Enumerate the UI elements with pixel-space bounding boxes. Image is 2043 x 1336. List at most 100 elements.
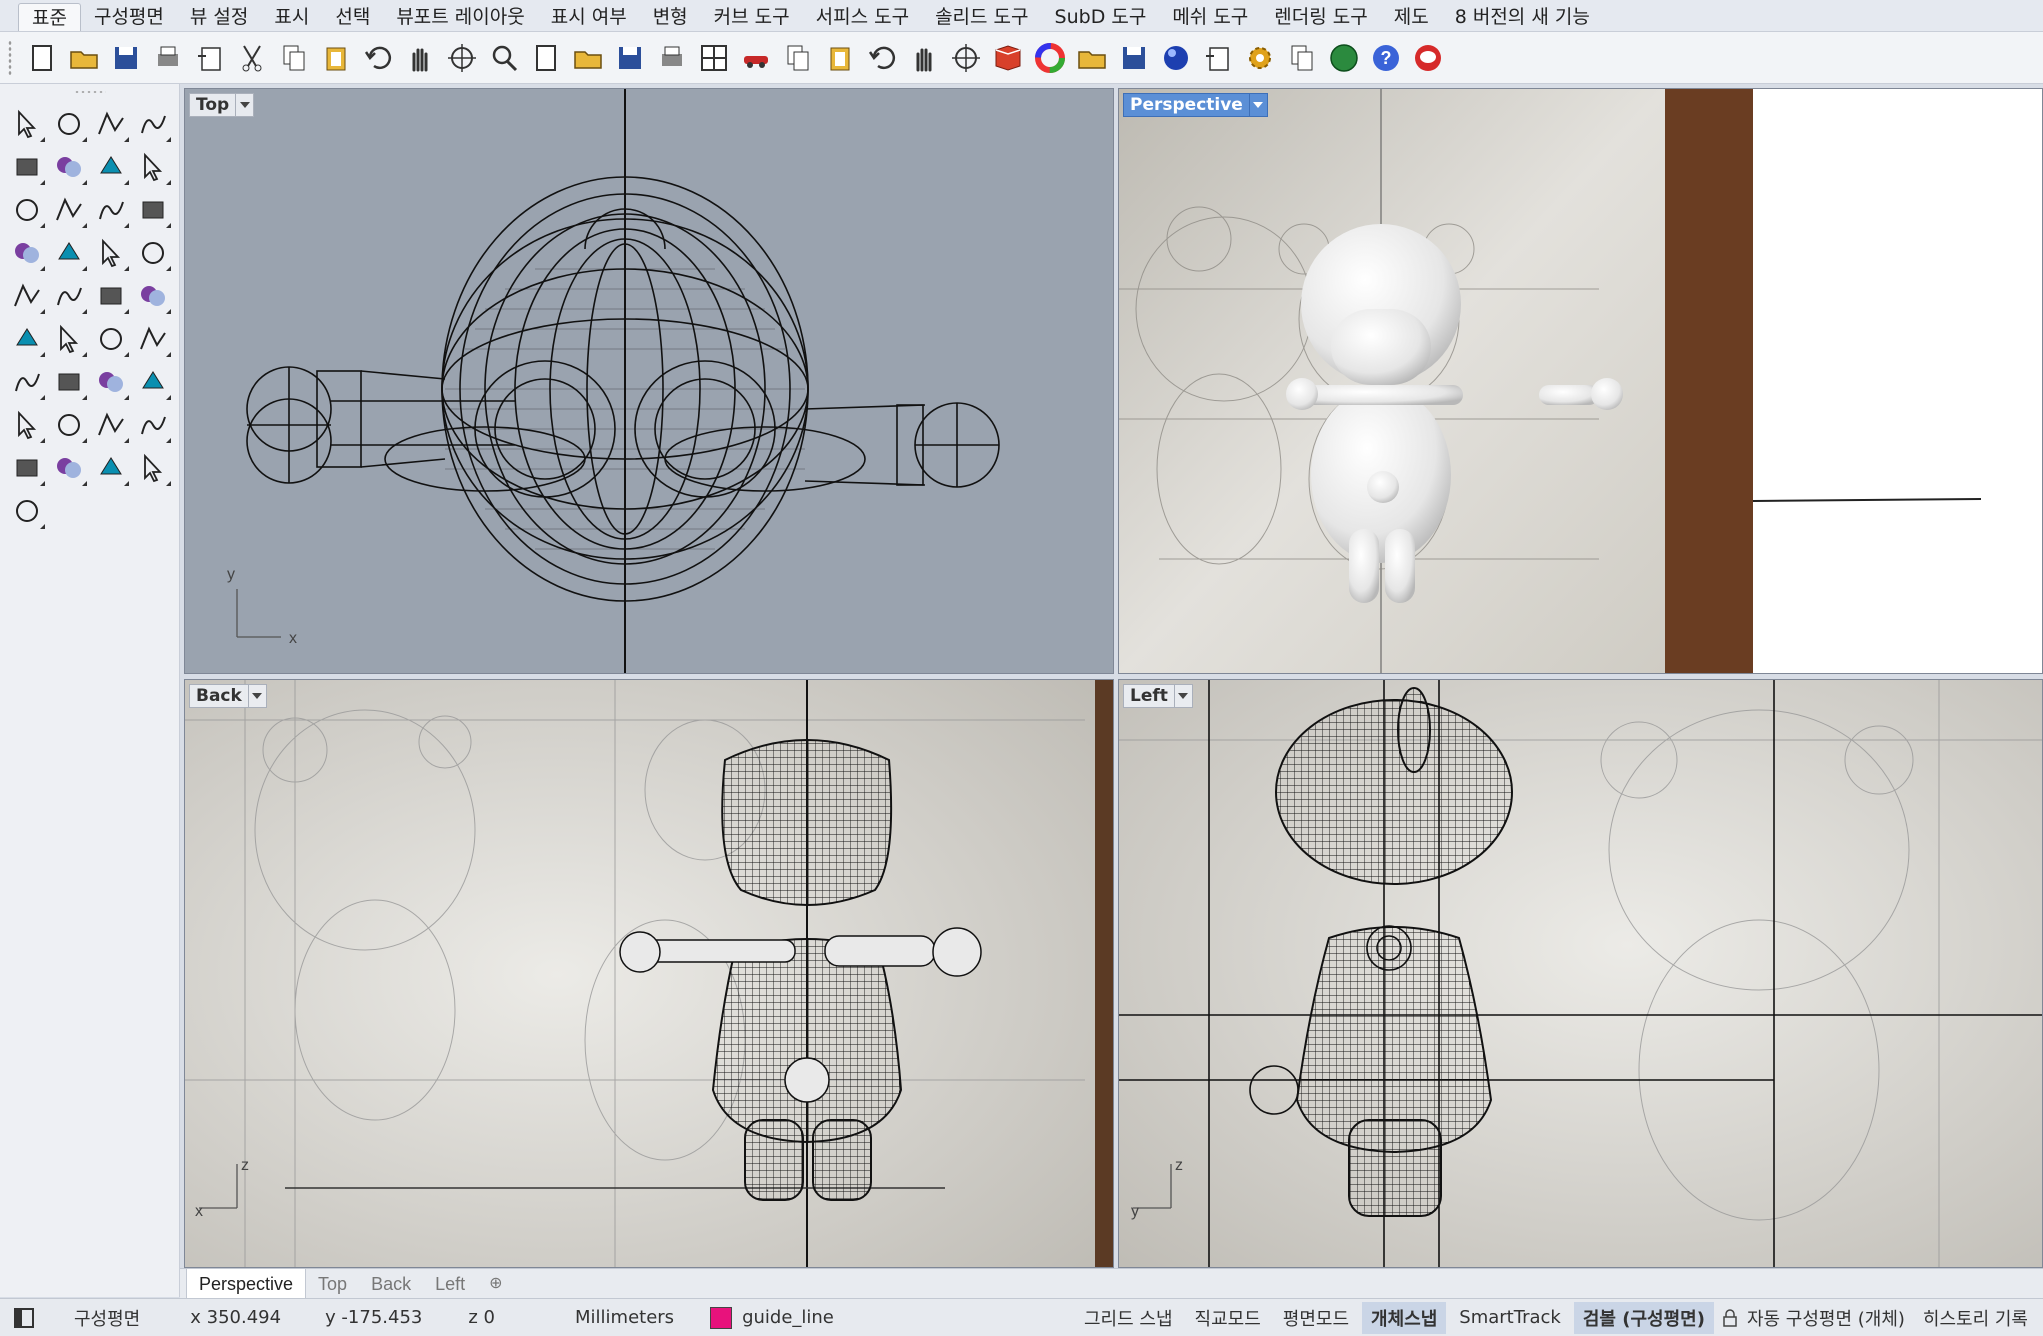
viewport-tab-left[interactable]: Left xyxy=(423,1269,477,1298)
gear-icon[interactable] xyxy=(1240,38,1279,78)
offset-icon[interactable] xyxy=(132,274,174,317)
globe-icon[interactable] xyxy=(1324,38,1363,78)
box-icon[interactable] xyxy=(6,231,48,274)
light-bulb-icon[interactable] xyxy=(904,38,943,78)
point-icon[interactable] xyxy=(48,102,90,145)
status-toggle[interactable]: SmartTrack xyxy=(1450,1304,1570,1331)
curve-icon[interactable] xyxy=(132,102,174,145)
polygon-icon[interactable] xyxy=(6,188,48,231)
ribbon-tab[interactable]: 변형 xyxy=(640,3,701,31)
gumball-icon[interactable] xyxy=(132,403,174,446)
undo-view-icon[interactable] xyxy=(652,38,691,78)
surface-icon[interactable] xyxy=(90,188,132,231)
status-toggle[interactable]: 개체스냅 xyxy=(1362,1301,1447,1334)
ribbon-tab[interactable]: 제도 xyxy=(1381,3,1442,31)
zoom-icon[interactable] xyxy=(484,38,523,78)
layer-color-swatch[interactable] xyxy=(710,1306,733,1329)
grid-plane-icon[interactable] xyxy=(778,38,817,78)
text-icon[interactable] xyxy=(6,360,48,403)
ribbon-tab[interactable]: 커브 도구 xyxy=(701,3,803,31)
viewport-menu-arrow-icon[interactable] xyxy=(1173,685,1192,707)
ribbon-tab[interactable]: 8 버전의 새 기능 xyxy=(1442,3,1603,31)
status-toggle[interactable]: 검볼 (구성평면) xyxy=(1573,1301,1714,1334)
viewport-menu-arrow-icon[interactable] xyxy=(235,94,253,116)
viewport-tab-back[interactable]: Back xyxy=(359,1269,423,1298)
toolbar-grip[interactable] xyxy=(8,40,12,76)
viewport-menu-arrow-icon[interactable] xyxy=(247,685,266,707)
open-folder-icon[interactable] xyxy=(64,38,103,78)
viewport-perspective-label[interactable]: Perspective xyxy=(1123,93,1268,117)
viewport-back[interactable]: Back z x xyxy=(184,679,1114,1268)
layer-book-icon[interactable] xyxy=(988,38,1027,78)
grid-array-icon[interactable] xyxy=(90,403,132,446)
explode-icon[interactable] xyxy=(6,274,48,317)
cplane-icon[interactable] xyxy=(6,403,48,446)
ribbon-tab[interactable]: 구성평면 xyxy=(81,3,177,31)
save-icon[interactable] xyxy=(106,38,145,78)
ribbon-tab[interactable]: 렌더링 도구 xyxy=(1261,3,1380,31)
viewport-tab-top[interactable]: Top xyxy=(306,1269,359,1298)
ribbon-tab[interactable]: 표시 여부 xyxy=(538,3,640,31)
mesh-surface-icon[interactable] xyxy=(132,231,174,274)
viewport-back-label[interactable]: Back xyxy=(189,684,267,708)
status-toggle[interactable]: 그리드 스냅 xyxy=(1075,1302,1182,1334)
sphere-icon[interactable] xyxy=(48,231,90,274)
viewport-top-label[interactable]: Top xyxy=(189,93,255,117)
current-layer[interactable]: guide_line xyxy=(742,1307,834,1328)
dimension-icon[interactable] xyxy=(132,360,174,403)
rendered-sphere-icon[interactable] xyxy=(1156,38,1195,78)
shapes-icon[interactable] xyxy=(862,38,901,78)
new-file-icon[interactable] xyxy=(22,38,61,78)
select-arrow-icon[interactable] xyxy=(6,102,48,145)
four-viewports-icon[interactable] xyxy=(694,38,733,78)
help-icon[interactable]: ? xyxy=(1366,38,1405,78)
chat-icon[interactable] xyxy=(1408,38,1447,78)
viewport-tab-perspective[interactable]: Perspective xyxy=(186,1269,307,1298)
cut-icon[interactable] xyxy=(232,38,271,78)
array-icon[interactable] xyxy=(90,360,132,403)
undo-icon[interactable] xyxy=(358,38,397,78)
arc-icon[interactable] xyxy=(90,145,132,188)
palette-grip[interactable] xyxy=(74,90,106,94)
extrude-icon[interactable] xyxy=(90,231,132,274)
move-icon[interactable] xyxy=(48,360,90,403)
viewport-left[interactable]: Left z y xyxy=(1118,679,2043,1268)
rotate-view-icon[interactable] xyxy=(442,38,481,78)
lock-icon[interactable] xyxy=(946,38,985,78)
ribbon-tab[interactable]: 서피스 도구 xyxy=(803,3,922,31)
paste-icon[interactable] xyxy=(316,38,355,78)
unroll-icon[interactable] xyxy=(6,446,48,489)
pan-hand-icon[interactable] xyxy=(400,38,439,78)
pen-highlighter-icon[interactable] xyxy=(1198,38,1237,78)
boolean-icon[interactable] xyxy=(6,317,48,360)
ribbon-tab[interactable]: 메쉬 도구 xyxy=(1159,3,1261,31)
zoom-selected-icon[interactable] xyxy=(610,38,649,78)
loft-icon[interactable] xyxy=(132,188,174,231)
split-icon[interactable] xyxy=(48,274,90,317)
ribbon-tab[interactable]: SubD 도구 xyxy=(1042,3,1160,31)
ribbon-tab[interactable]: 뷰 설정 xyxy=(177,3,261,31)
print-icon[interactable] xyxy=(148,38,187,78)
import-icon[interactable] xyxy=(190,38,229,78)
copy-icon[interactable] xyxy=(274,38,313,78)
circle-target-icon[interactable] xyxy=(820,38,859,78)
rotate-icon[interactable] xyxy=(90,317,132,360)
wireframe-sphere-icon[interactable] xyxy=(1072,38,1111,78)
ellipse-icon[interactable] xyxy=(48,145,90,188)
check-icon[interactable] xyxy=(90,446,132,489)
zoom-window-icon[interactable] xyxy=(526,38,565,78)
circle-icon[interactable] xyxy=(6,145,48,188)
ribbon-tab[interactable]: 솔리드 도구 xyxy=(922,3,1041,31)
status-toggle[interactable]: 평면모드 xyxy=(1274,1302,1358,1334)
status-toggle[interactable]: 직교모드 xyxy=(1186,1302,1270,1334)
auto-cplane-button[interactable]: 자동 구성평면 (개체) xyxy=(1738,1302,1914,1334)
contour-icon[interactable] xyxy=(48,403,90,446)
ghosted-sphere-icon[interactable] xyxy=(1114,38,1153,78)
analysis-icon[interactable] xyxy=(132,446,174,489)
zoom-extents-icon[interactable] xyxy=(568,38,607,78)
color-wheel-icon[interactable] xyxy=(1030,38,1069,78)
ribbon-tab[interactable]: 선택 xyxy=(322,3,383,31)
rectangle-icon[interactable] xyxy=(132,145,174,188)
scale-icon[interactable] xyxy=(132,317,174,360)
car-icon[interactable] xyxy=(736,38,775,78)
